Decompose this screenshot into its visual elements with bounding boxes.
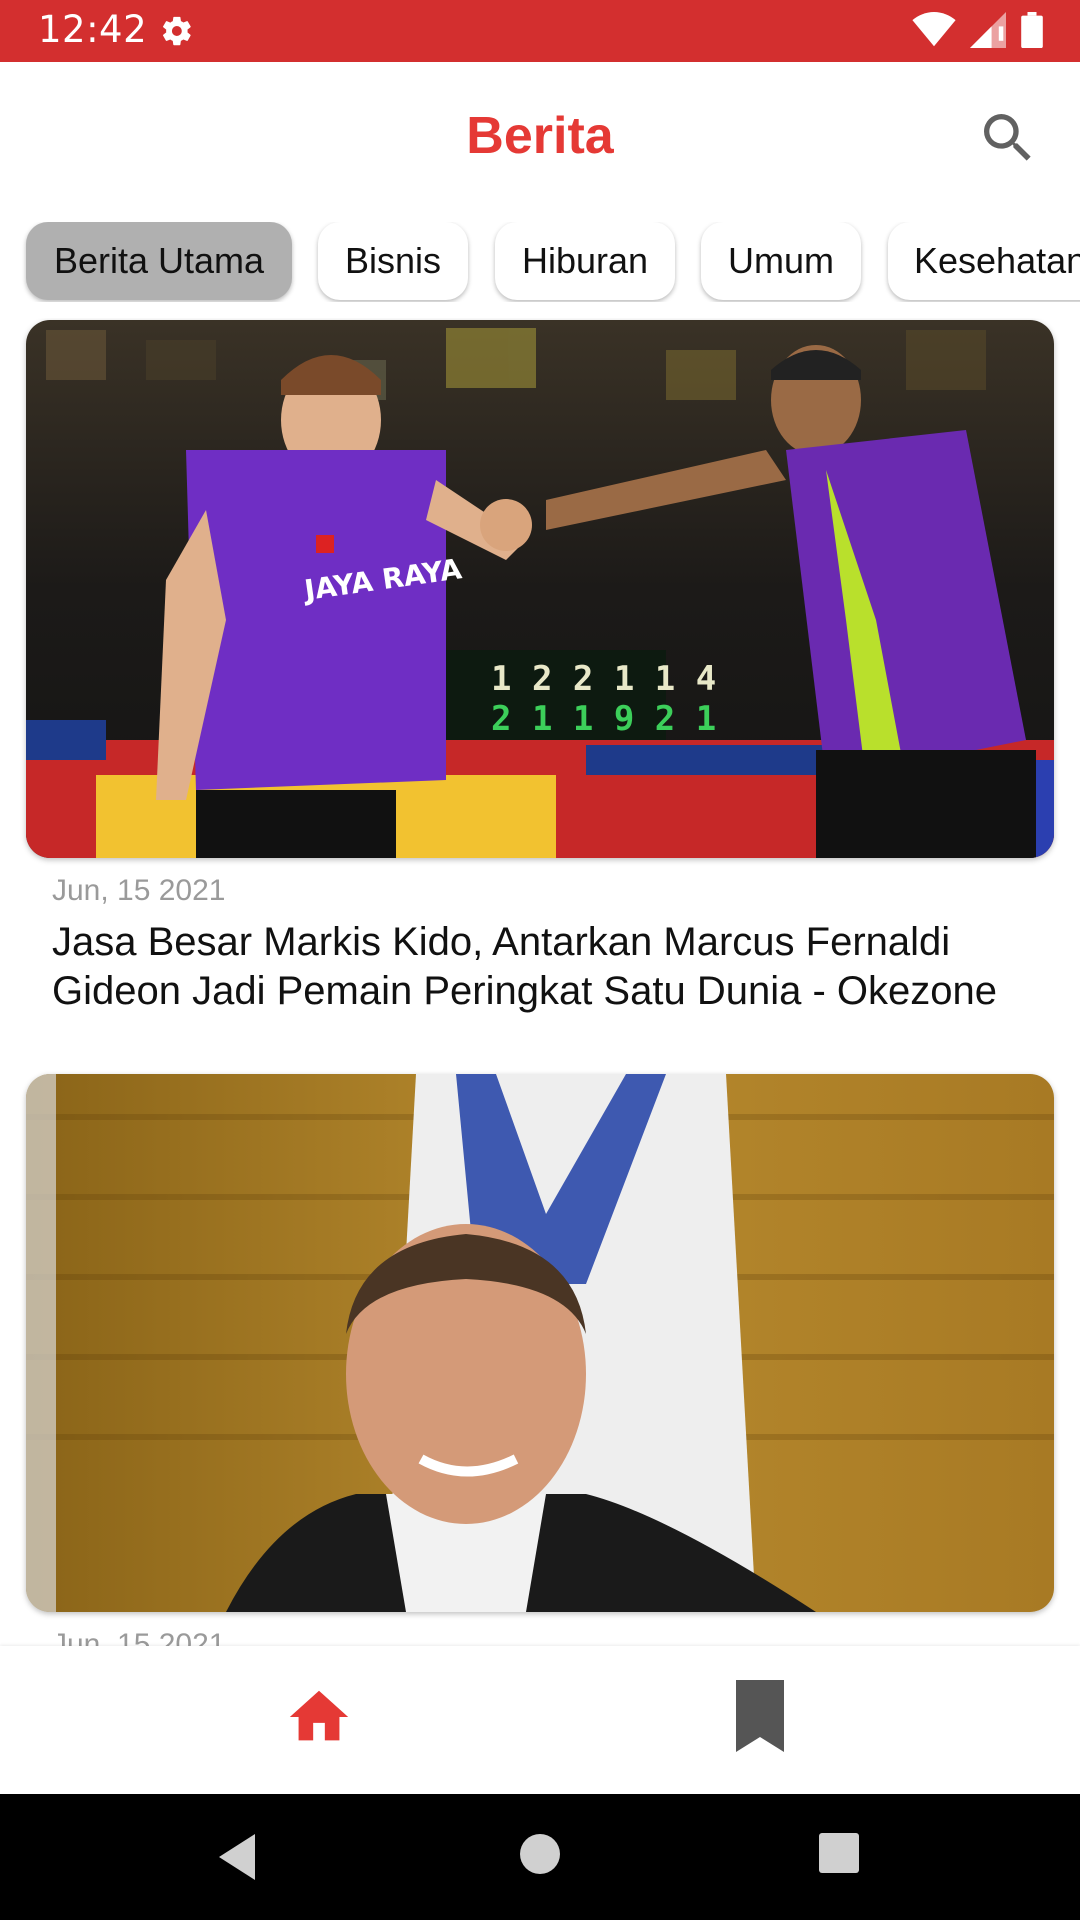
cell-signal-icon [970,12,1006,48]
status-icons [912,12,1044,48]
wifi-icon [912,12,956,47]
category-chips: Berita Utama Bisnis Hiburan Umum Kesehat… [0,222,1080,302]
home-circle-icon[interactable] [518,1832,562,1876]
news-card[interactable]: Jun, 15 2021 [26,1074,1054,1646]
search-icon[interactable] [976,106,1040,170]
chip-berita-utama[interactable]: Berita Utama [26,222,292,300]
article-date: Jun, 15 2021 [52,1628,226,1646]
battery-icon [1021,12,1043,48]
scoreboard-row-1: 1 2 2 1 1 4 [491,659,716,699]
chip-kesehatan[interactable]: Kesehatan [888,222,1080,300]
news-feed[interactable]: 1 2 2 1 1 4 2 1 1 9 2 1 JAYA RAYA Jun, 1… [0,318,1080,1646]
article-image[interactable] [26,1074,1054,1612]
scoreboard-row-2: 2 1 1 9 2 1 [491,699,716,739]
system-navigation-bar [0,1794,1080,1920]
article-image[interactable]: 1 2 2 1 1 4 2 1 1 9 2 1 JAYA RAYA [26,320,1054,858]
settings-gear-icon [162,16,191,46]
article-date: Jun, 15 2021 [52,874,226,907]
app-bar: Berita [0,62,1080,216]
man-with-flag-photo [26,1074,1054,1612]
home-icon[interactable] [284,1682,354,1752]
article-title[interactable]: Jasa Besar Markis Kido, Antarkan Marcus … [52,918,1034,1016]
badminton-players-photo: 1 2 2 1 1 4 2 1 1 9 2 1 JAYA RAYA [26,320,1054,858]
chip-bisnis[interactable]: Bisnis [318,222,468,300]
status-bar: 12:42 [0,0,1080,62]
status-time: 12:42 [38,8,148,51]
news-card[interactable]: 1 2 2 1 1 4 2 1 1 9 2 1 JAYA RAYA Jun, 1… [26,320,1054,1016]
bookmark-icon[interactable] [730,1680,790,1752]
app-title: Berita [466,107,614,165]
back-icon[interactable] [215,1832,261,1882]
chip-umum[interactable]: Umum [701,222,861,300]
recents-icon[interactable] [818,1832,860,1874]
bottom-navigation [0,1646,1080,1794]
chip-hiburan[interactable]: Hiburan [495,222,675,300]
